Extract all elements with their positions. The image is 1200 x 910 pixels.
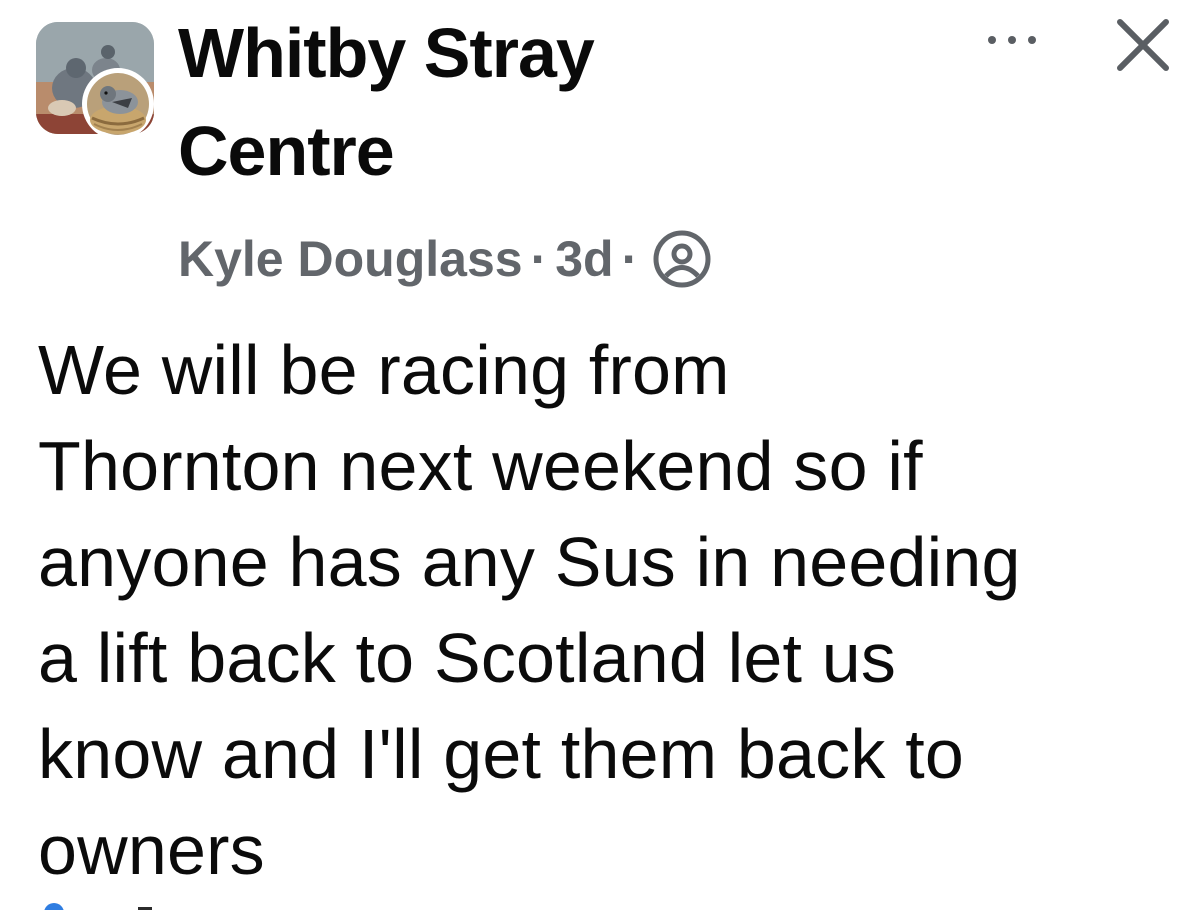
post-text: We will be racing from Thornton next wee… [38,322,1188,898]
post-text-line: owners [38,811,265,889]
post-meta: Kyle Douglass · 3d · [178,224,712,294]
author-avatar[interactable] [82,68,154,140]
more-options-button[interactable] [980,20,1044,60]
members-only-icon[interactable] [652,229,712,289]
post-timestamp[interactable]: 3d [555,230,613,288]
post-text-line: We will be racing from [38,331,730,409]
pigeon-nest-photo-icon [83,69,153,139]
meta-separator: · [621,231,639,287]
reaction-row-cropped [38,898,158,910]
post-text-line: a lift back to Scotland let us [38,619,897,697]
close-icon [1117,19,1169,71]
close-button[interactable] [1108,10,1178,80]
meta-separator: · [530,231,548,287]
post-text-line: know and I'll get them back to [38,715,964,793]
group-name[interactable]: Whitby Stray Centre [178,4,798,200]
post-text-line: anyone has any Sus in needing [38,523,1021,601]
post-text-line: Thornton next weekend so if [38,427,923,505]
author-name[interactable]: Kyle Douglass [178,230,523,288]
more-options-icon [988,36,1036,44]
